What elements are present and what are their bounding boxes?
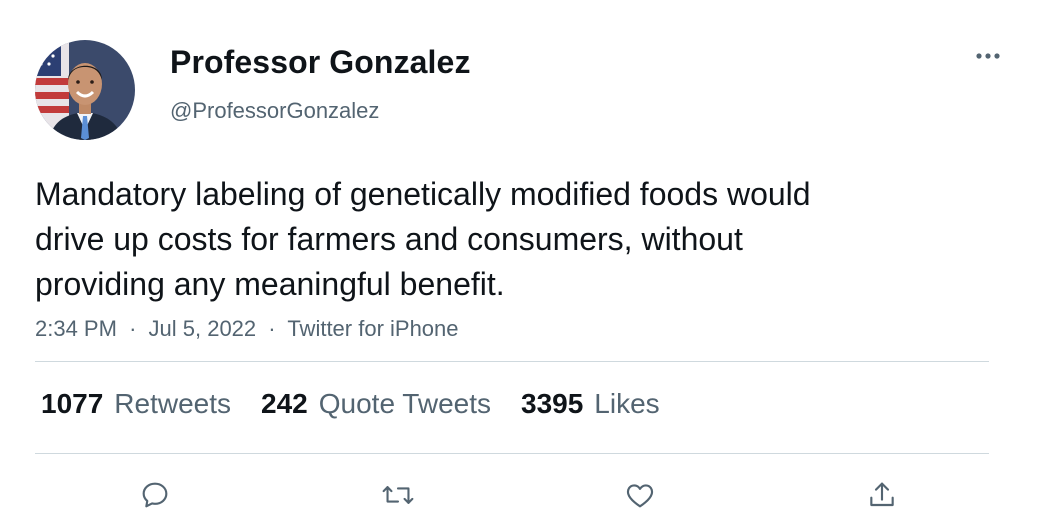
author-handle[interactable]: @ProfessorGonzalez <box>170 98 379 124</box>
meta-separator: · <box>268 316 276 341</box>
retweet-button[interactable] <box>378 476 418 514</box>
tweet-time[interactable]: 2:34 PM <box>35 316 117 341</box>
likes-label: Likes <box>594 388 660 419</box>
quote-tweets-count: 242 <box>261 388 308 419</box>
likes-count: 3395 <box>521 388 584 419</box>
comment-bubble-icon <box>142 482 168 508</box>
share-upload-icon <box>870 482 894 507</box>
tweet-source[interactable]: Twitter for iPhone <box>287 316 458 341</box>
like-button[interactable] <box>620 476 660 514</box>
quote-tweets-label: Quote Tweets <box>318 388 491 419</box>
author-avatar[interactable] <box>35 40 135 140</box>
tweet-meta: 2:34 PM · Jul 5, 2022 · Twitter for iPho… <box>35 316 459 342</box>
tweet-card: Professor Gonzalez @ProfessorGonzalez Ma… <box>0 0 1050 525</box>
author-display-name[interactable]: Professor Gonzalez <box>170 44 471 81</box>
engagement-stats: 1077 Retweets 242 Quote Tweets 3395 Like… <box>41 388 660 420</box>
tweet-date[interactable]: Jul 5, 2022 <box>149 316 257 341</box>
retweets-stat[interactable]: 1077 Retweets <box>41 388 231 420</box>
meta-separator: · <box>129 316 137 341</box>
divider <box>35 361 989 362</box>
likes-stat[interactable]: 3395 Likes <box>521 388 660 420</box>
profile-photo-icon <box>35 40 135 140</box>
retweets-label: Retweets <box>114 388 232 419</box>
three-dots-icon <box>976 53 1000 59</box>
retweet-arrows-icon <box>382 486 414 504</box>
quote-tweets-stat[interactable]: 242 Quote Tweets <box>261 388 491 420</box>
reply-button[interactable] <box>135 476 175 514</box>
heart-icon <box>626 484 654 508</box>
share-button[interactable] <box>862 476 902 514</box>
retweets-count: 1077 <box>41 388 104 419</box>
more-options-button[interactable] <box>968 42 1008 70</box>
tweet-text: Mandatory labeling of genetically modifi… <box>35 176 811 302</box>
divider <box>35 453 989 454</box>
